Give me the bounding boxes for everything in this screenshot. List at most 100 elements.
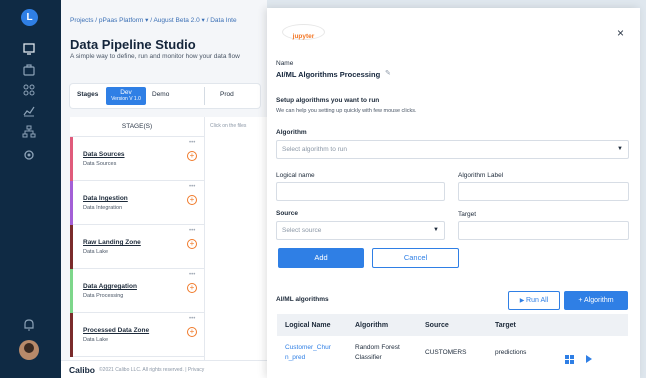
stage-prod-button[interactable]: Prod: [220, 91, 234, 98]
algorithms-modal: jupyter × Name AI/ML Algorithms Processi…: [267, 8, 640, 378]
table-row[interactable]: Raw Landing Zone Data Lake ••• +: [70, 225, 204, 269]
source-select[interactable]: Select source ▼: [276, 221, 445, 240]
grid-icon[interactable]: [22, 83, 36, 97]
stage-name[interactable]: Data Ingestion: [83, 195, 128, 202]
stages-bar: Stages Dev Version V 1.0 Demo Prod: [70, 84, 260, 108]
stage-color-bar: [70, 181, 73, 225]
stage-demo-button[interactable]: Demo: [152, 91, 169, 98]
run-all-button[interactable]: ▶ Run All: [508, 291, 560, 310]
jupyter-logo-text: jupyter: [292, 33, 315, 40]
table-row[interactable]: Data Aggregation Data Processing ••• +: [70, 269, 204, 313]
more-icon[interactable]: •••: [189, 272, 195, 278]
run-icon[interactable]: [586, 355, 592, 363]
stage-dev-label: Dev: [120, 89, 132, 96]
stages-column-header: STAGE(S): [70, 117, 204, 137]
stage-name[interactable]: Raw Landing Zone: [83, 239, 141, 246]
table-row[interactable]: Data Sources Data Sources ••• +: [70, 137, 204, 181]
page-title: Data Pipeline Studio: [70, 37, 196, 52]
source-placeholder: Select source: [282, 227, 322, 234]
stages-label: Stages: [77, 91, 99, 98]
add-node-icon[interactable]: +: [187, 151, 197, 161]
copyright-text: ©2021 Calibo LLC. All rights reserved. |…: [99, 367, 205, 373]
left-rail: L: [0, 0, 61, 378]
more-icon[interactable]: •••: [189, 228, 195, 234]
more-icon[interactable]: •••: [189, 316, 195, 322]
hierarchy-icon[interactable]: [22, 125, 36, 139]
add-button[interactable]: Add: [278, 248, 364, 268]
chevron-down-icon: ▼: [617, 146, 623, 152]
stage-type: Data Integration: [83, 205, 123, 211]
setup-title: Setup algorithms you want to run: [276, 97, 380, 104]
stage-type: Data Processing: [83, 293, 124, 299]
target-label: Target: [458, 211, 477, 218]
table-row[interactable]: Processed Data Zone Data Lake ••• +: [70, 313, 204, 357]
more-icon[interactable]: •••: [189, 184, 195, 190]
table-row[interactable]: Data Ingestion Data Integration ••• +: [70, 181, 204, 225]
settings-icon[interactable]: [22, 148, 36, 162]
add-node-icon[interactable]: +: [187, 239, 197, 249]
edit-icon[interactable]: ✎: [385, 69, 391, 77]
logical-name-label: Logical name: [276, 172, 315, 179]
algorithm-label-input[interactable]: [458, 182, 629, 201]
stages-table: STAGE(S) Click on the files Data Sources…: [70, 117, 267, 367]
column-header: Logical Name: [285, 322, 331, 329]
chart-icon[interactable]: [22, 104, 36, 118]
stage-type: Data Sources: [83, 161, 117, 167]
cancel-button[interactable]: Cancel: [372, 248, 459, 268]
stage-name[interactable]: Data Aggregation: [83, 283, 137, 290]
algorithms-table: Logical Name Algorithm Source Target Cus…: [277, 314, 628, 374]
source-cell: CUSTOMERS: [425, 349, 467, 356]
name-label: Name: [276, 60, 294, 67]
algorithm-label: Algorithm: [276, 129, 307, 136]
avatar[interactable]: [19, 340, 39, 360]
app-logo[interactable]: L: [21, 9, 38, 26]
column-header: Source: [425, 322, 449, 329]
algorithm-select[interactable]: Select algorithm to run ▼: [276, 140, 629, 159]
chevron-down-icon: ▼: [433, 227, 439, 233]
stage-color-bar: [70, 225, 73, 269]
stage-name[interactable]: Data Sources: [83, 151, 125, 158]
more-icon[interactable]: •••: [189, 140, 195, 146]
logical-name-link[interactable]: Customer_Chur: [285, 344, 331, 351]
bell-icon[interactable]: [22, 318, 36, 332]
run-all-label: Run All: [526, 297, 549, 304]
logical-name-input[interactable]: [276, 182, 445, 201]
column-divider: [204, 117, 205, 367]
logical-name-link-cont[interactable]: n_pred: [285, 354, 305, 361]
algorithm-label-label: Algorithm Label: [458, 172, 504, 179]
jupyter-logo: jupyter: [282, 24, 325, 40]
add-node-icon[interactable]: +: [187, 327, 197, 337]
source-label: Source: [276, 210, 299, 217]
algorithm-cell: Random Forest: [355, 344, 400, 351]
briefcase-icon[interactable]: [22, 63, 36, 77]
close-icon[interactable]: ×: [617, 26, 624, 40]
target-cell: predictions: [495, 349, 527, 356]
algorithms-table-header: Logical Name Algorithm Source Target: [277, 314, 628, 336]
add-node-icon[interactable]: +: [187, 195, 197, 205]
stage-dev-version: Version V 1.0: [111, 96, 141, 102]
calibo-logo: Calibo: [69, 365, 95, 375]
pipeline-page: Projects / pPaas Platform ▾ / August Bet…: [61, 0, 267, 378]
page-footer: Calibo ©2021 Calibo LLC. All rights rese…: [61, 360, 267, 378]
algorithms-list-title: AI/ML algorithms: [276, 296, 329, 303]
stages-hint: Click on the files: [210, 123, 247, 129]
stage-divider: [204, 87, 205, 105]
stage-color-bar: [70, 137, 73, 181]
column-header: Target: [495, 322, 516, 329]
configure-icon[interactable]: [565, 355, 574, 364]
add-node-icon[interactable]: +: [187, 283, 197, 293]
stage-dev-button[interactable]: Dev Version V 1.0: [106, 87, 146, 105]
stage-color-bar: [70, 313, 73, 357]
column-header: Algorithm: [355, 322, 389, 329]
stage-type: Data Lake: [83, 337, 109, 343]
target-input[interactable]: [458, 221, 629, 240]
algorithm-cell-cont: Classifier: [355, 354, 382, 361]
stage-name[interactable]: Processed Data Zone: [83, 327, 149, 334]
dashboard-icon[interactable]: [22, 42, 36, 56]
breadcrumb[interactable]: Projects / pPaas Platform ▾ / August Bet…: [70, 16, 237, 24]
stage-type: Data Lake: [83, 249, 109, 255]
page-subtitle: A simple way to define, run and monitor …: [70, 53, 240, 60]
algorithm-placeholder: Select algorithm to run: [282, 146, 348, 153]
name-value: AI/ML Algorithms Processing: [276, 70, 381, 79]
add-algorithm-button[interactable]: + Algorithm: [564, 291, 628, 310]
